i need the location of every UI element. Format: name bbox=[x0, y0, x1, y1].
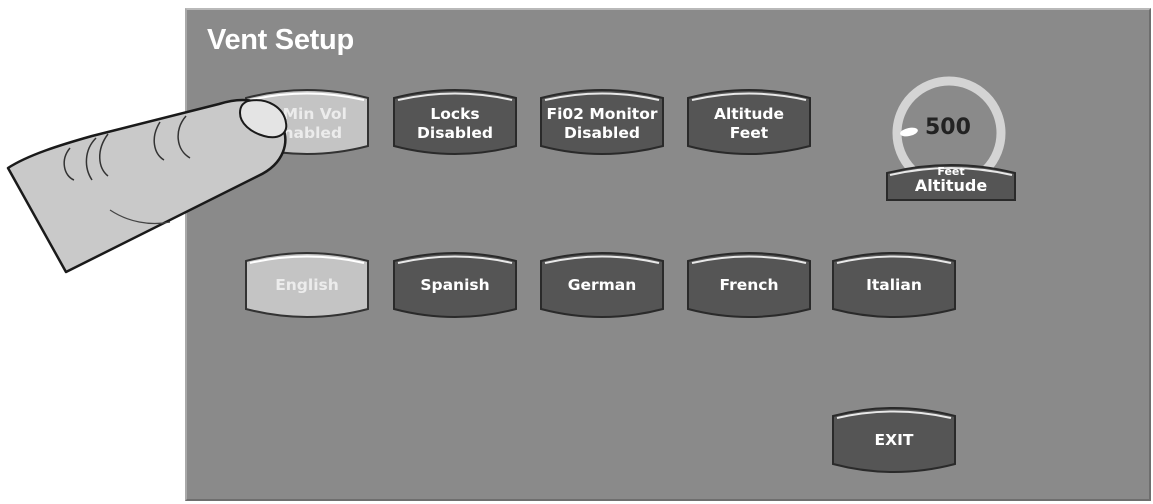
fio2-monitor-button[interactable]: Fi02 Monitor Disabled bbox=[538, 88, 666, 156]
language-spanish-label: Spanish bbox=[420, 275, 490, 294]
locks-line1: Locks bbox=[430, 104, 480, 123]
exit-button[interactable]: EXIT bbox=[830, 406, 958, 474]
fio2-monitor-line1: Fi02 Monitor bbox=[546, 104, 658, 123]
min-vol-line2: Enabled bbox=[271, 123, 343, 142]
screen-title: Vent Setup bbox=[207, 24, 354, 56]
language-german-button[interactable]: German bbox=[538, 251, 666, 319]
altitude-value: 500 bbox=[925, 115, 971, 140]
altitude-units-line2: Feet bbox=[729, 123, 769, 142]
altitude-label: Altitude bbox=[914, 176, 988, 195]
language-italian-button[interactable]: Italian bbox=[830, 251, 958, 319]
min-vol-line1: y Min Vol bbox=[267, 104, 347, 123]
language-english-button[interactable]: English bbox=[243, 251, 371, 319]
exit-label: EXIT bbox=[874, 430, 914, 449]
locks-button[interactable]: Locks Disabled bbox=[391, 88, 519, 156]
altitude-units-line1: Altitude bbox=[713, 104, 785, 123]
min-vol-button[interactable]: y Min Vol Enabled bbox=[243, 88, 371, 156]
language-german-label: German bbox=[567, 275, 637, 294]
fio2-monitor-line2: Disabled bbox=[564, 123, 640, 142]
language-spanish-button[interactable]: Spanish bbox=[391, 251, 519, 319]
locks-line2: Disabled bbox=[417, 123, 493, 142]
language-italian-label: Italian bbox=[866, 275, 922, 294]
language-french-button[interactable]: French bbox=[685, 251, 813, 319]
altitude-units-button[interactable]: Altitude Feet bbox=[685, 88, 813, 156]
language-french-label: French bbox=[719, 275, 779, 294]
language-english-label: English bbox=[275, 275, 339, 294]
altitude-gauge[interactable]: 500 Feet Altitude bbox=[885, 75, 1017, 205]
vent-setup-panel: Vent Setup y Min Vol Enabled Locks Disable… bbox=[185, 8, 1151, 501]
